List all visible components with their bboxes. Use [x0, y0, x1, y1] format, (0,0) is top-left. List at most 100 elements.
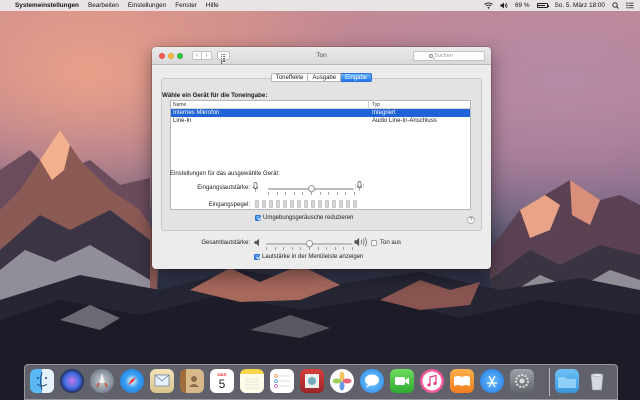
tab-input[interactable]: Eingabe [341, 73, 373, 82]
system-preferences-icon[interactable] [510, 369, 534, 393]
device-type: Integriert [372, 110, 396, 116]
title-bar[interactable]: ‹ › Ton Suchen [152, 47, 491, 65]
table-row[interactable]: Line-In Audio Line-In-Anschluss [171, 117, 470, 125]
contacts-icon[interactable] [180, 369, 204, 393]
device-select-heading: Wähle ein Gerät für die Toneingabe: [162, 92, 268, 99]
messages-icon[interactable] [360, 369, 384, 393]
level-segment [297, 200, 301, 208]
menu-window[interactable]: Fenster [175, 2, 197, 9]
slider-tick [293, 192, 295, 195]
level-segment [276, 200, 280, 208]
reminders-icon[interactable] [270, 369, 294, 393]
search-icon[interactable] [612, 2, 619, 9]
mute-label[interactable]: Ton aus [380, 240, 401, 246]
tab-bar: Toneffekte Ausgabe Eingabe [152, 73, 491, 82]
back-button[interactable]: ‹ [192, 51, 202, 60]
show-volume-in-menubar-checkbox[interactable] [254, 254, 260, 260]
clock[interactable]: So. 5. März 18:00 [555, 2, 605, 9]
speaker-low-icon [254, 238, 259, 247]
slider-tick [283, 247, 284, 250]
level-segment [262, 200, 266, 208]
device-name: Line-In [173, 118, 192, 124]
search-field[interactable]: Suchen [413, 51, 485, 61]
slider-tick [317, 247, 319, 250]
menu-help[interactable]: Hilfe [206, 2, 219, 9]
output-volume-slider[interactable] [266, 240, 353, 250]
photos-icon[interactable] [330, 369, 354, 393]
level-segment [283, 200, 287, 208]
slider-tick [343, 247, 344, 250]
slider-tick [300, 247, 301, 250]
calendar-icon[interactable]: MÄR 5 [210, 369, 234, 393]
notes-icon[interactable] [240, 369, 264, 393]
safari-icon[interactable] [120, 369, 144, 393]
show-all-grid-icon[interactable] [217, 51, 230, 64]
navigation-buttons: ‹ › [192, 51, 212, 60]
battery-percent[interactable]: 69 % [515, 2, 530, 9]
device-settings-label: Einstellungen für das ausgewählte Gerät: [170, 171, 280, 177]
ibooks-icon[interactable] [450, 369, 474, 393]
search-field-icon [429, 53, 433, 58]
noise-reduction-checkbox[interactable] [255, 215, 261, 221]
tab-sound-effects[interactable]: Toneffekte [270, 73, 309, 82]
input-device-table[interactable]: Name Typ Internes Mikrofon Integriert Li… [170, 100, 471, 210]
downloads-folder-icon[interactable] [555, 369, 579, 393]
slider-tick [311, 192, 312, 195]
slider-tick [352, 247, 353, 250]
mute-checkbox[interactable] [371, 240, 377, 246]
level-segment [311, 200, 315, 208]
level-segment [325, 200, 329, 208]
siri-icon[interactable] [60, 369, 84, 393]
search-placeholder: Suchen [434, 53, 453, 59]
trash-icon[interactable] [585, 369, 609, 393]
input-volume-slider[interactable] [268, 185, 355, 195]
level-segment [339, 200, 343, 208]
slider-tick [266, 247, 267, 250]
level-segment [332, 200, 336, 208]
slider-tick [309, 247, 310, 250]
menu-bar: Systemeinstellungen Bearbeiten Einstellu… [0, 0, 640, 11]
output-volume-label: Gesamtlautstärke: [201, 240, 250, 246]
noise-reduction-label[interactable]: Umgebungsgeräusche reduzieren [263, 215, 353, 221]
slider-tick [276, 192, 278, 195]
column-header-type[interactable]: Typ [369, 101, 380, 108]
menu-system-preferences[interactable]: Systemeinstellungen [15, 2, 79, 9]
photo-booth-icon[interactable] [300, 369, 324, 393]
table-row[interactable]: Internes Mikrofon Integriert [171, 109, 470, 117]
slider-tick [336, 192, 338, 195]
slider-tick [345, 192, 346, 195]
level-segment [318, 200, 322, 208]
slider-tick [319, 192, 321, 195]
table-header: Name Typ [171, 101, 470, 109]
app-store-icon[interactable] [480, 369, 504, 393]
finder-icon[interactable] [30, 369, 54, 393]
tab-output[interactable]: Ausgabe [308, 73, 342, 82]
menu-preferences[interactable]: Einstellungen [128, 2, 166, 9]
device-name: Internes Mikrofon [173, 110, 220, 116]
battery-icon[interactable] [536, 3, 549, 8]
notification-center-icon[interactable] [626, 2, 634, 9]
menu-edit[interactable]: Bearbeiten [88, 2, 119, 9]
volume-icon[interactable] [500, 2, 508, 9]
column-header-name[interactable]: Name [171, 101, 369, 108]
minimize-button[interactable] [168, 52, 174, 59]
help-button[interactable]: ? [467, 216, 475, 224]
slider-tick [274, 247, 276, 250]
facetime-icon[interactable] [390, 369, 414, 393]
speaker-high-icon [354, 237, 367, 247]
dock-separator [549, 368, 550, 396]
zoom-button[interactable] [177, 52, 183, 59]
microphone-high-icon [355, 181, 364, 191]
forward-button[interactable]: › [202, 51, 212, 60]
show-volume-in-menubar-label[interactable]: Lautstärke in der Menüleiste anzeigen [262, 254, 363, 260]
wifi-icon[interactable] [484, 2, 493, 9]
close-button[interactable] [159, 52, 165, 59]
launchpad-icon[interactable] [90, 369, 114, 393]
itunes-icon[interactable] [420, 369, 444, 393]
mail-icon[interactable] [150, 369, 174, 393]
level-segment [346, 200, 350, 208]
level-segment [304, 200, 308, 208]
level-segment [255, 200, 259, 208]
input-volume-label: Eingangslautstärke: [197, 185, 250, 191]
calendar-day: 5 [218, 376, 226, 391]
